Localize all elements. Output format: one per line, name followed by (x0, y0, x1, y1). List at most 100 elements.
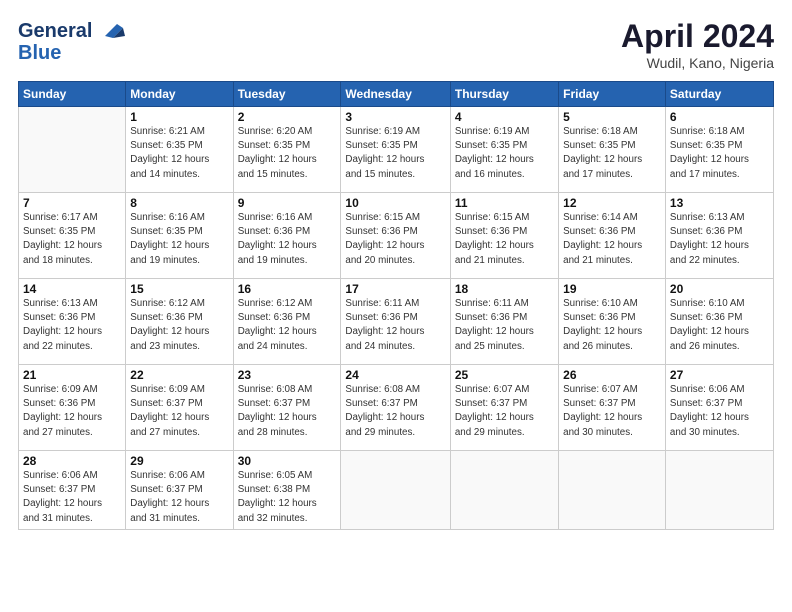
table-row: 8Sunrise: 6:16 AMSunset: 6:35 PMDaylight… (126, 193, 233, 279)
day-number: 19 (563, 282, 661, 296)
day-info: Sunrise: 6:11 AMSunset: 6:36 PMDaylight:… (455, 297, 554, 354)
day-info: Sunrise: 6:12 AMSunset: 6:36 PMDaylight:… (130, 297, 228, 354)
day-number: 4 (455, 110, 554, 124)
table-row: 28Sunrise: 6:06 AMSunset: 6:37 PMDayligh… (19, 451, 126, 530)
day-number: 3 (345, 110, 445, 124)
day-info: Sunrise: 6:06 AMSunset: 6:37 PMDaylight:… (130, 469, 228, 526)
table-row: 7Sunrise: 6:17 AMSunset: 6:35 PMDaylight… (19, 193, 126, 279)
table-row: 17Sunrise: 6:11 AMSunset: 6:36 PMDayligh… (341, 279, 450, 365)
day-info: Sunrise: 6:07 AMSunset: 6:37 PMDaylight:… (563, 383, 661, 440)
location: Wudil, Kano, Nigeria (621, 55, 774, 71)
day-number: 16 (238, 282, 337, 296)
day-info: Sunrise: 6:05 AMSunset: 6:38 PMDaylight:… (238, 469, 337, 526)
day-number: 7 (23, 196, 121, 210)
col-friday: Friday (559, 82, 666, 107)
day-info: Sunrise: 6:15 AMSunset: 6:36 PMDaylight:… (455, 211, 554, 268)
day-number: 10 (345, 196, 445, 210)
header-row: Sunday Monday Tuesday Wednesday Thursday… (19, 82, 774, 107)
table-row: 1Sunrise: 6:21 AMSunset: 6:35 PMDaylight… (126, 107, 233, 193)
table-row: 30Sunrise: 6:05 AMSunset: 6:38 PMDayligh… (233, 451, 341, 530)
day-number: 9 (238, 196, 337, 210)
logo-bird-icon (95, 18, 125, 44)
day-number: 18 (455, 282, 554, 296)
col-tuesday: Tuesday (233, 82, 341, 107)
day-info: Sunrise: 6:06 AMSunset: 6:37 PMDaylight:… (23, 469, 121, 526)
day-info: Sunrise: 6:20 AMSunset: 6:35 PMDaylight:… (238, 125, 337, 182)
day-number: 5 (563, 110, 661, 124)
table-row: 22Sunrise: 6:09 AMSunset: 6:37 PMDayligh… (126, 365, 233, 451)
table-row: 27Sunrise: 6:06 AMSunset: 6:37 PMDayligh… (665, 365, 773, 451)
table-row: 13Sunrise: 6:13 AMSunset: 6:36 PMDayligh… (665, 193, 773, 279)
day-info: Sunrise: 6:06 AMSunset: 6:37 PMDaylight:… (670, 383, 769, 440)
page: General Blue April 2024 Wudil, Kano, Nig… (0, 0, 792, 612)
day-number: 21 (23, 368, 121, 382)
day-info: Sunrise: 6:08 AMSunset: 6:37 PMDaylight:… (345, 383, 445, 440)
day-number: 2 (238, 110, 337, 124)
table-row: 14Sunrise: 6:13 AMSunset: 6:36 PMDayligh… (19, 279, 126, 365)
day-info: Sunrise: 6:18 AMSunset: 6:35 PMDaylight:… (670, 125, 769, 182)
calendar-table: Sunday Monday Tuesday Wednesday Thursday… (18, 81, 774, 530)
table-row (450, 451, 558, 530)
table-row: 15Sunrise: 6:12 AMSunset: 6:36 PMDayligh… (126, 279, 233, 365)
day-info: Sunrise: 6:10 AMSunset: 6:36 PMDaylight:… (670, 297, 769, 354)
day-info: Sunrise: 6:14 AMSunset: 6:36 PMDaylight:… (563, 211, 661, 268)
table-row: 18Sunrise: 6:11 AMSunset: 6:36 PMDayligh… (450, 279, 558, 365)
day-info: Sunrise: 6:19 AMSunset: 6:35 PMDaylight:… (455, 125, 554, 182)
day-number: 29 (130, 454, 228, 468)
day-info: Sunrise: 6:10 AMSunset: 6:36 PMDaylight:… (563, 297, 661, 354)
day-info: Sunrise: 6:11 AMSunset: 6:36 PMDaylight:… (345, 297, 445, 354)
table-row: 23Sunrise: 6:08 AMSunset: 6:37 PMDayligh… (233, 365, 341, 451)
day-number: 11 (455, 196, 554, 210)
header: General Blue April 2024 Wudil, Kano, Nig… (18, 18, 774, 71)
title-area: April 2024 Wudil, Kano, Nigeria (621, 18, 774, 71)
table-row: 10Sunrise: 6:15 AMSunset: 6:36 PMDayligh… (341, 193, 450, 279)
table-row: 19Sunrise: 6:10 AMSunset: 6:36 PMDayligh… (559, 279, 666, 365)
day-info: Sunrise: 6:12 AMSunset: 6:36 PMDaylight:… (238, 297, 337, 354)
col-thursday: Thursday (450, 82, 558, 107)
day-number: 27 (670, 368, 769, 382)
day-number: 24 (345, 368, 445, 382)
day-info: Sunrise: 6:19 AMSunset: 6:35 PMDaylight:… (345, 125, 445, 182)
table-row: 26Sunrise: 6:07 AMSunset: 6:37 PMDayligh… (559, 365, 666, 451)
day-number: 15 (130, 282, 228, 296)
day-info: Sunrise: 6:08 AMSunset: 6:37 PMDaylight:… (238, 383, 337, 440)
day-number: 30 (238, 454, 337, 468)
day-number: 25 (455, 368, 554, 382)
table-row: 20Sunrise: 6:10 AMSunset: 6:36 PMDayligh… (665, 279, 773, 365)
table-row: 3Sunrise: 6:19 AMSunset: 6:35 PMDaylight… (341, 107, 450, 193)
col-saturday: Saturday (665, 82, 773, 107)
day-info: Sunrise: 6:15 AMSunset: 6:36 PMDaylight:… (345, 211, 445, 268)
day-info: Sunrise: 6:21 AMSunset: 6:35 PMDaylight:… (130, 125, 228, 182)
table-row: 5Sunrise: 6:18 AMSunset: 6:35 PMDaylight… (559, 107, 666, 193)
day-number: 14 (23, 282, 121, 296)
col-wednesday: Wednesday (341, 82, 450, 107)
day-info: Sunrise: 6:09 AMSunset: 6:36 PMDaylight:… (23, 383, 121, 440)
table-row: 9Sunrise: 6:16 AMSunset: 6:36 PMDaylight… (233, 193, 341, 279)
table-row: 21Sunrise: 6:09 AMSunset: 6:36 PMDayligh… (19, 365, 126, 451)
day-number: 6 (670, 110, 769, 124)
day-info: Sunrise: 6:13 AMSunset: 6:36 PMDaylight:… (23, 297, 121, 354)
day-number: 26 (563, 368, 661, 382)
day-info: Sunrise: 6:13 AMSunset: 6:36 PMDaylight:… (670, 211, 769, 268)
day-number: 8 (130, 196, 228, 210)
day-number: 22 (130, 368, 228, 382)
day-number: 17 (345, 282, 445, 296)
day-number: 12 (563, 196, 661, 210)
day-info: Sunrise: 6:17 AMSunset: 6:35 PMDaylight:… (23, 211, 121, 268)
day-info: Sunrise: 6:16 AMSunset: 6:36 PMDaylight:… (238, 211, 337, 268)
col-sunday: Sunday (19, 82, 126, 107)
table-row: 6Sunrise: 6:18 AMSunset: 6:35 PMDaylight… (665, 107, 773, 193)
month-title: April 2024 (621, 18, 774, 55)
table-row: 24Sunrise: 6:08 AMSunset: 6:37 PMDayligh… (341, 365, 450, 451)
table-row: 25Sunrise: 6:07 AMSunset: 6:37 PMDayligh… (450, 365, 558, 451)
table-row (665, 451, 773, 530)
table-row: 12Sunrise: 6:14 AMSunset: 6:36 PMDayligh… (559, 193, 666, 279)
table-row: 16Sunrise: 6:12 AMSunset: 6:36 PMDayligh… (233, 279, 341, 365)
col-monday: Monday (126, 82, 233, 107)
day-number: 28 (23, 454, 121, 468)
table-row (19, 107, 126, 193)
table-row (559, 451, 666, 530)
logo-text-blue: Blue (18, 42, 61, 64)
day-number: 20 (670, 282, 769, 296)
day-number: 1 (130, 110, 228, 124)
